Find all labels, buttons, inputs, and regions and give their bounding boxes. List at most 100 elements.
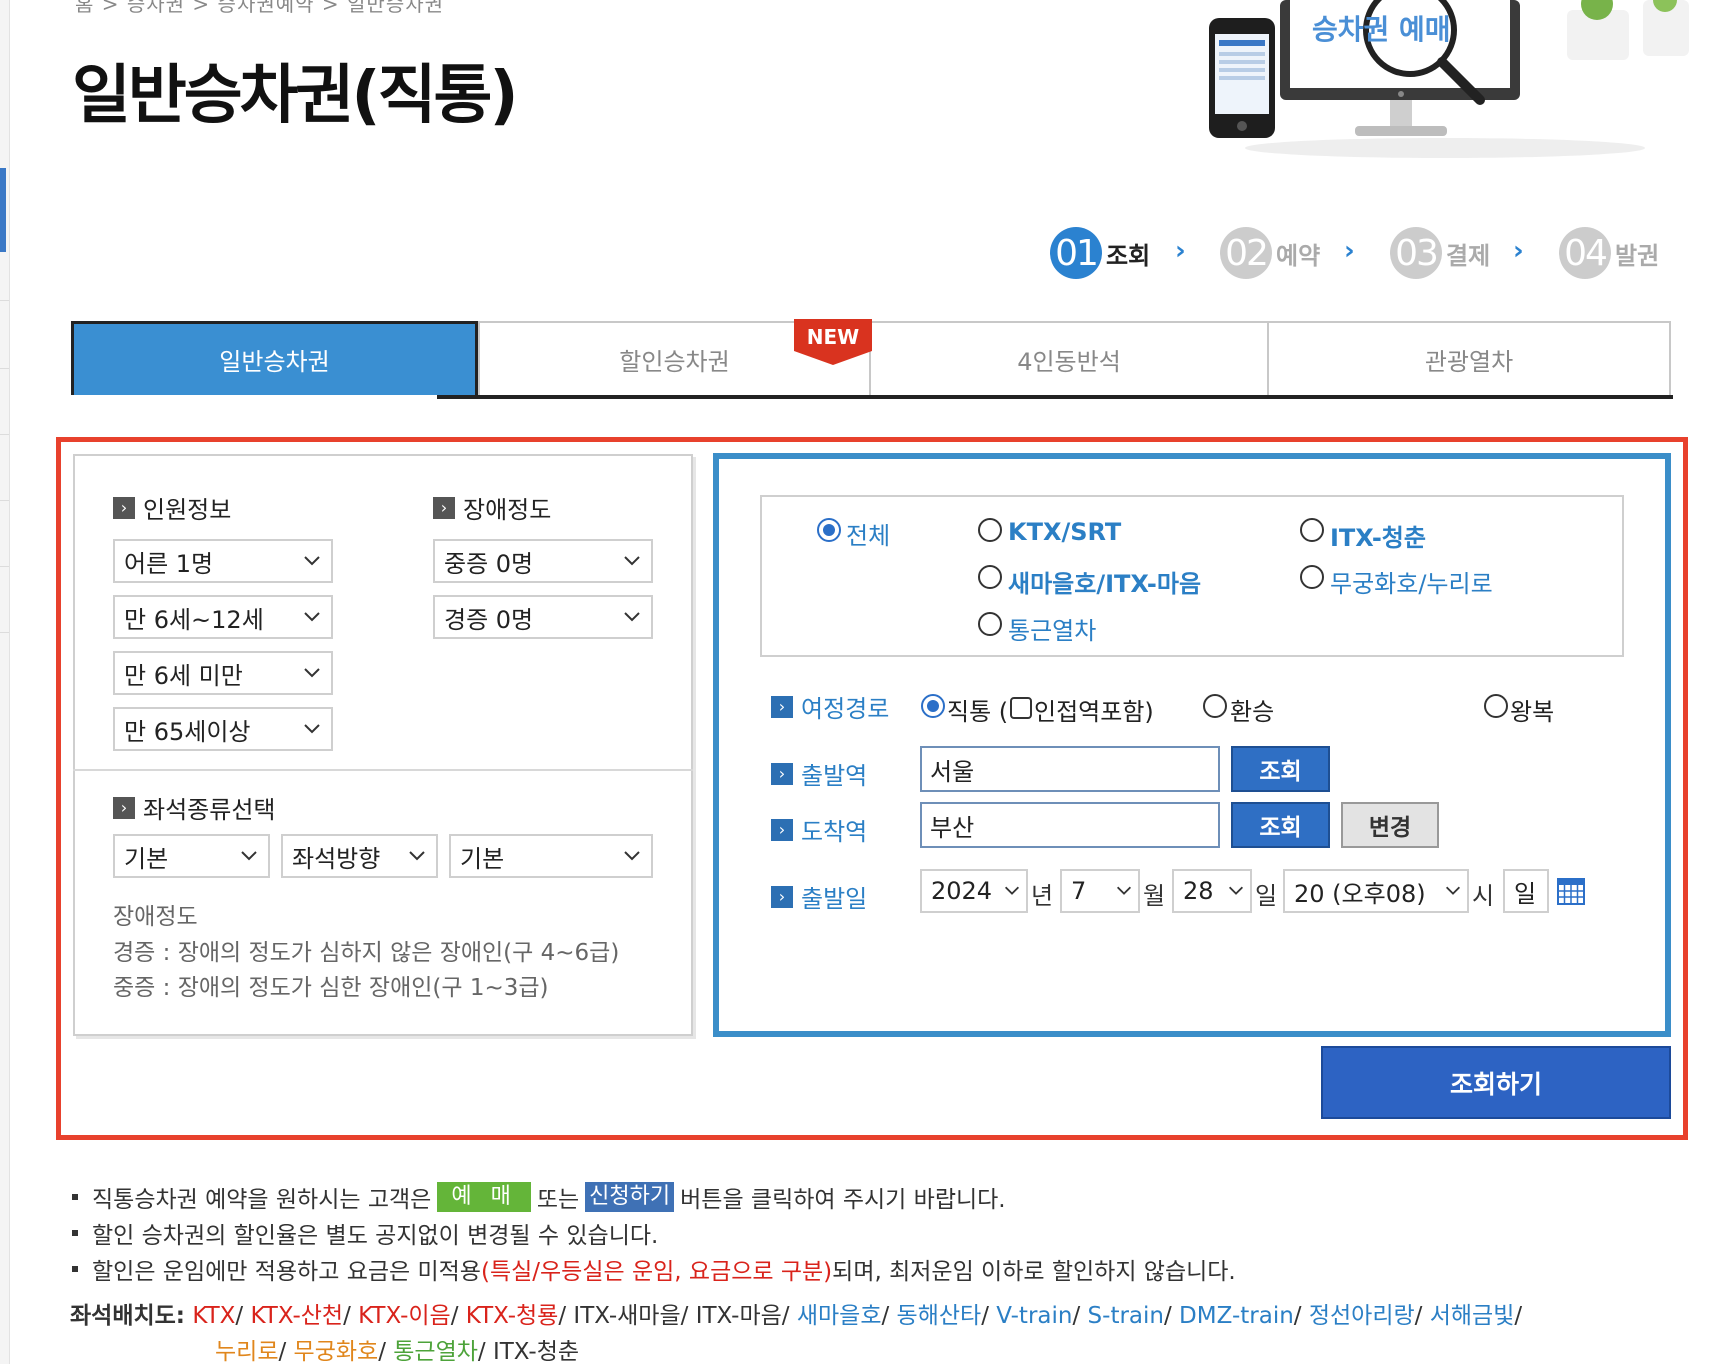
train-saemaeul-radio[interactable] <box>978 565 1002 589</box>
select-value: 좌석방향 <box>292 844 381 873</box>
train-ktx-label[interactable]: KTX/SRT <box>1008 518 1121 546</box>
step-01-search: 01 조회 <box>1050 225 1150 281</box>
tab-tourist-train[interactable]: 관광열차 <box>1267 321 1671 395</box>
train-itx-cheongchun-label[interactable]: ITX-청춘 <box>1330 518 1426 553</box>
child-count-select[interactable]: 만 6세~12세 <box>113 595 333 639</box>
train-mugunghwa-label[interactable]: 무궁화호/누리로 <box>1330 564 1493 599</box>
breadcrumb[interactable]: 홈 > 승차권 > 승차권예약 > 일반승차권 <box>75 0 444 17</box>
route-transfer-label[interactable]: 환승 <box>1230 692 1274 727</box>
heading-text: 좌석종류선택 <box>143 796 276 824</box>
hour-select[interactable]: 20 (오후08) <box>1283 869 1469 913</box>
seat-map-link[interactable]: 누리로 <box>215 1339 278 1365</box>
departure-date-label: › 출발일 <box>771 879 867 914</box>
seat-map-link[interactable]: 서해금빛 <box>1430 1303 1515 1329</box>
seat-map-separator: / <box>1514 1303 1523 1329</box>
chevron-down-icon <box>304 612 320 622</box>
adult-count-select[interactable]: 어른 1명 <box>113 539 333 583</box>
departure-station-input[interactable]: 서울 <box>920 746 1220 792</box>
route-roundtrip-label[interactable]: 왕복 <box>1510 692 1554 727</box>
seat-map-link[interactable]: ITX-새마을 <box>573 1303 680 1329</box>
field-label-text: 출발일 <box>801 885 868 913</box>
arrival-station-input[interactable]: 부산 <box>920 802 1220 848</box>
seat-class-select[interactable]: 기본 <box>113 834 270 878</box>
field-label-text: 여정경로 <box>801 695 890 723</box>
hour-unit: 시 <box>1472 882 1495 910</box>
train-all-radio[interactable] <box>817 518 841 542</box>
seat-map-separator: / <box>558 1303 574 1329</box>
year-select[interactable]: 2024 <box>920 869 1028 913</box>
step-label: 예약 <box>1276 241 1321 270</box>
disability-note-severe: 중증 : 장애의 정도가 심한 장애인(구 1~3급) <box>113 975 549 1001</box>
route-direct-label[interactable]: 직통 ( <box>947 692 1008 727</box>
chevron-down-icon <box>304 724 320 734</box>
heading-text: 인원정보 <box>143 496 232 524</box>
train-all-label[interactable]: 전체 <box>846 516 890 551</box>
seat-map-link[interactable]: ITX-청춘 <box>493 1339 579 1365</box>
select-value: 2024 <box>931 877 993 905</box>
infant-count-select[interactable]: 만 6세 미만 <box>113 651 333 695</box>
step-label: 조회 <box>1106 241 1151 270</box>
select-value: 28 <box>1183 877 1214 905</box>
reserve-tag: 예 매 <box>437 1182 531 1212</box>
mild-disability-select[interactable]: 경증 0명 <box>433 595 653 639</box>
seat-map-link[interactable]: KTX-이음 <box>358 1303 451 1329</box>
disability-note-mild: 경증 : 장애의 정도가 심하지 않은 장애인(구 4~6급) <box>113 940 620 966</box>
departure-search-button[interactable]: 조회 <box>1231 746 1330 792</box>
tab-general-ticket[interactable]: 일반승차권 <box>71 321 478 395</box>
seat-map-link[interactable]: 새마을호 <box>797 1303 882 1329</box>
seat-map-separator: / <box>1072 1303 1088 1329</box>
month-unit: 월 <box>1143 882 1166 910</box>
seat-map-link[interactable]: KTX-청룡 <box>466 1303 559 1329</box>
route-direct-radio[interactable] <box>921 694 945 718</box>
seat-direction-select[interactable]: 좌석방향 <box>281 834 438 878</box>
seat-map-separator: / <box>235 1303 251 1329</box>
train-commuter-label[interactable]: 통근열차 <box>1008 611 1096 646</box>
seat-map-links: KTX/ KTX-산천/ KTX-이음/ KTX-청룡/ ITX-새마을/ IT… <box>192 1303 1522 1329</box>
strip-tick <box>0 300 9 301</box>
select-value: 7 <box>1071 877 1087 905</box>
chevron-down-icon <box>304 668 320 678</box>
seat-map-link[interactable]: ITX-마음 <box>696 1303 782 1329</box>
swap-stations-button[interactable]: 변경 <box>1341 802 1439 848</box>
seat-map-row-2: 누리로/ 무궁화호/ 통근열차/ ITX-청춘 <box>215 1332 579 1366</box>
day-select[interactable]: 28 <box>1172 869 1252 913</box>
seat-map-separator: / <box>278 1339 294 1365</box>
seat-map-link[interactable]: 무궁화호 <box>294 1339 379 1365</box>
seat-position-select[interactable]: 기본 <box>449 834 653 878</box>
severe-disability-select[interactable]: 중증 0명 <box>433 539 653 583</box>
bullet <box>72 1230 78 1236</box>
select-value: 기본 <box>460 844 505 873</box>
nearby-station-checkbox[interactable] <box>1010 697 1032 719</box>
seat-map-link[interactable]: KTX-산천 <box>250 1303 343 1329</box>
seat-map-link[interactable]: 정선아리랑 <box>1309 1303 1415 1329</box>
train-saemaeul-label[interactable]: 새마을호/ITX-마음 <box>1008 564 1201 599</box>
step-number: 04 <box>1559 227 1611 279</box>
route-transfer-radio[interactable] <box>1203 694 1227 718</box>
seat-map-link[interactable]: V-train <box>996 1303 1072 1329</box>
arrival-label: › 도착역 <box>771 812 867 847</box>
seat-map-link[interactable]: 통근열차 <box>393 1339 478 1365</box>
route-roundtrip-radio[interactable] <box>1484 694 1508 718</box>
note-text: 할인 승차권의 할인율은 별도 공지없이 변경될 수 있습니다. <box>92 1223 659 1249</box>
senior-count-select[interactable]: 만 65세이상 <box>113 707 333 751</box>
train-ktx-radio[interactable] <box>978 518 1002 542</box>
tab-four-seat[interactable]: 4인동반석 <box>869 321 1269 395</box>
seat-map-link[interactable]: DMZ-train <box>1179 1303 1294 1329</box>
seat-map-separator: / <box>981 1303 997 1329</box>
train-itx-cheongchun-radio[interactable] <box>1300 518 1324 542</box>
train-commuter-radio[interactable] <box>978 612 1002 636</box>
seat-map-link[interactable]: KTX <box>192 1303 235 1329</box>
arrival-search-button[interactable]: 조회 <box>1231 802 1330 848</box>
calendar-icon[interactable] <box>1557 877 1585 905</box>
strip-tick <box>0 368 9 369</box>
search-trains-button[interactable]: 조회하기 <box>1321 1046 1671 1119</box>
seat-map-separator: / <box>378 1339 394 1365</box>
train-mugunghwa-radio[interactable] <box>1300 565 1324 589</box>
select-value: 중증 0명 <box>444 549 534 578</box>
seat-map-link[interactable]: 동해산타 <box>897 1303 982 1329</box>
arrow-box-icon: › <box>433 496 455 519</box>
seat-map-link[interactable]: S-train <box>1088 1303 1164 1329</box>
month-select[interactable]: 7 <box>1060 869 1140 913</box>
field-label-text: 출발역 <box>801 762 868 790</box>
nearby-station-label[interactable]: 인접역포함) <box>1034 692 1154 727</box>
